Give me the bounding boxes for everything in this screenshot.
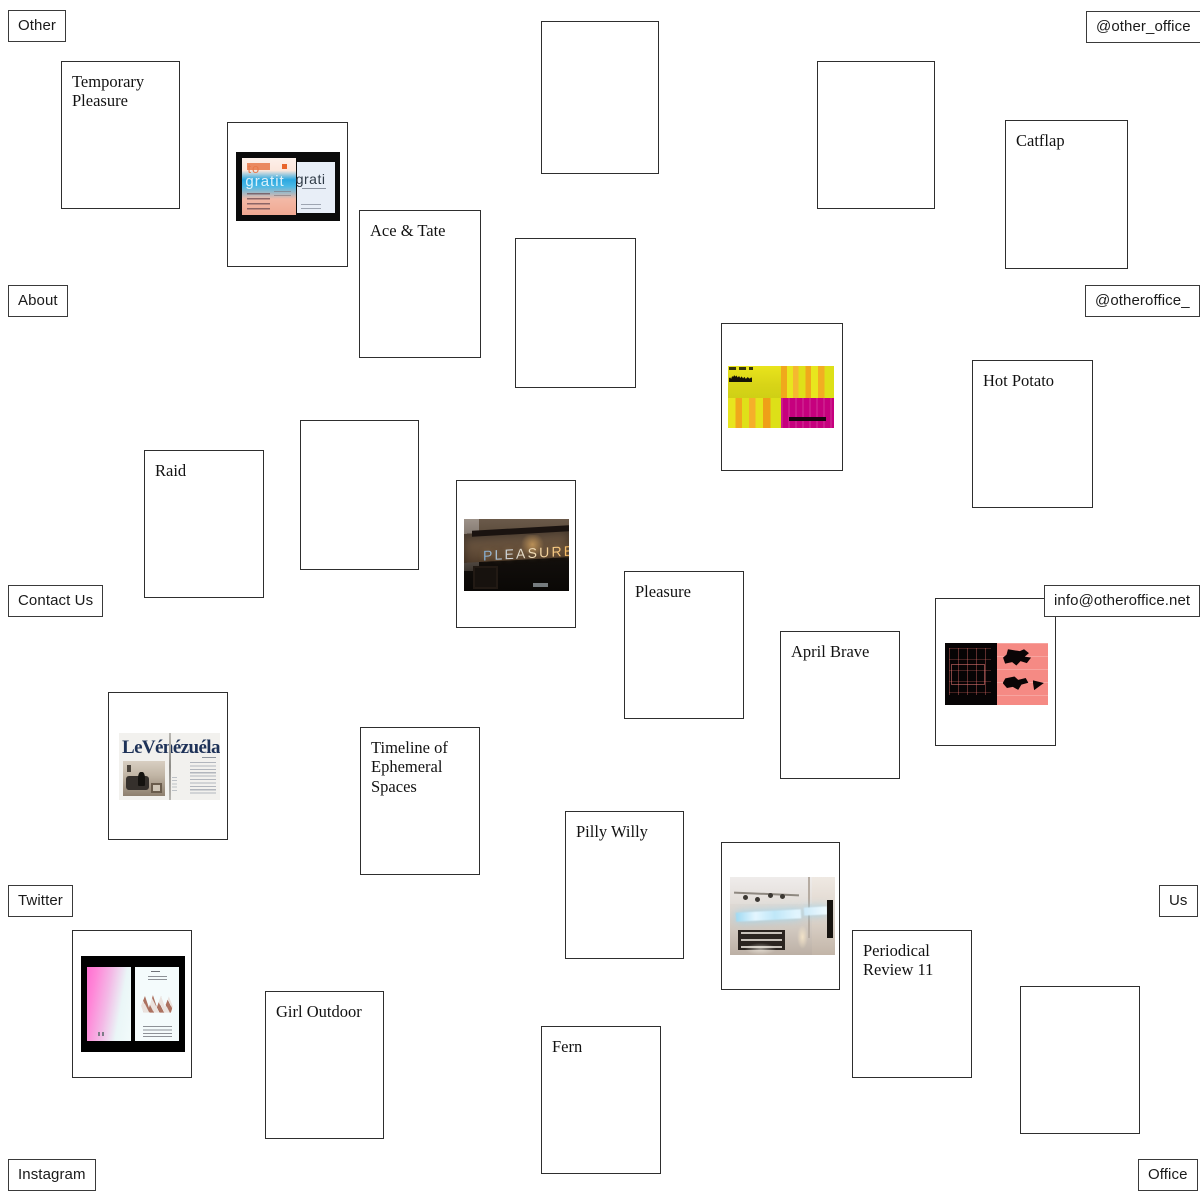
project-title: Raid — [155, 461, 187, 480]
project-title: Catflap — [1016, 131, 1065, 150]
thumb-word-grati: grati — [295, 170, 326, 187]
project-card-temporary-pleasure[interactable]: Temporary Pleasure — [61, 61, 180, 209]
project-title: Temporary Pleasure — [72, 72, 145, 111]
project-card-empty-upper-center[interactable] — [515, 238, 636, 388]
project-card-yellow-poster[interactable] — [721, 323, 843, 471]
project-title: Pilly Willy — [576, 822, 648, 841]
project-card-hot-potato[interactable]: Hot Potato — [972, 360, 1093, 508]
project-card-pleasure-sign[interactable]: PLEASURE — [456, 480, 576, 628]
nav-link-contact-us[interactable]: Contact Us — [8, 585, 104, 617]
project-card-gratitude[interactable]: to gratit grati — [227, 122, 348, 267]
project-title: April Brave — [791, 642, 870, 661]
nav-link-other-office-handle[interactable]: @other_office — [1086, 11, 1200, 43]
project-card-catflap[interactable]: Catflap — [1005, 120, 1128, 269]
nav-link-instagram[interactable]: Instagram — [8, 1159, 96, 1191]
yellow-magenta-poster-thumb — [728, 366, 834, 428]
project-card-empty-bottom-right[interactable] — [1020, 986, 1140, 1134]
salmon-black-spread-thumb — [945, 643, 1048, 705]
project-card-empty-mid-left[interactable] — [300, 420, 419, 570]
project-card-timeline-ephemeral[interactable]: Timeline of Ephemeral Spaces — [360, 727, 480, 875]
nav-link-about[interactable]: About — [8, 285, 68, 317]
project-card-salmon-spread[interactable] — [935, 598, 1056, 746]
portfolio-canvas: Other @other_office About @otheroffice_ … — [0, 0, 1200, 1200]
project-card-girl-outdoor[interactable]: Girl Outdoor — [265, 991, 384, 1139]
project-card-ace-and-tate[interactable]: Ace & Tate — [359, 210, 481, 358]
project-title: Hot Potato — [983, 371, 1055, 390]
thumb-word-gratit: gratit — [245, 172, 285, 190]
project-card-periodical-review-11[interactable]: Periodical Review 11 — [852, 930, 972, 1078]
nav-link-us[interactable]: Us — [1159, 885, 1198, 917]
project-card-empty-top-center[interactable] — [541, 21, 659, 174]
gratitude-poster-thumb: to gratit grati — [236, 152, 340, 221]
project-title: Fern — [552, 1037, 583, 1056]
project-card-le-venezuela[interactable]: LeVénézuéla — [108, 692, 228, 840]
project-card-april-brave[interactable]: April Brave — [780, 631, 900, 779]
project-card-retail-neon[interactable] — [721, 842, 840, 990]
project-title: Girl Outdoor — [276, 1002, 362, 1021]
le-venezuela-spread-thumb: LeVénézuéla — [119, 733, 220, 800]
project-card-empty-top-right[interactable] — [817, 61, 935, 209]
nav-link-twitter[interactable]: Twitter — [8, 885, 73, 917]
project-card-pink-book[interactable] — [72, 930, 192, 1078]
project-card-fern[interactable]: Fern — [541, 1026, 661, 1174]
pleasure-neon-sign-thumb: PLEASURE — [464, 519, 569, 591]
nav-link-email[interactable]: info@otheroffice.net — [1044, 585, 1200, 617]
project-card-pleasure[interactable]: Pleasure — [624, 571, 744, 719]
nav-link-otheroffice-handle[interactable]: @otheroffice_ — [1085, 285, 1200, 317]
project-card-raid[interactable]: Raid — [144, 450, 264, 598]
project-title: Pleasure — [635, 582, 691, 601]
pink-scribble-book-thumb — [81, 956, 185, 1052]
retail-interior-neon-thumb — [730, 877, 835, 955]
project-card-pilly-willy[interactable]: Pilly Willy — [565, 811, 684, 959]
nav-link-office[interactable]: Office — [1138, 1159, 1198, 1191]
project-title: Timeline of Ephemeral Spaces — [371, 738, 448, 796]
project-title: Ace & Tate — [370, 221, 446, 240]
nav-link-other[interactable]: Other — [8, 10, 67, 42]
project-title: Periodical Review 11 — [863, 941, 934, 980]
